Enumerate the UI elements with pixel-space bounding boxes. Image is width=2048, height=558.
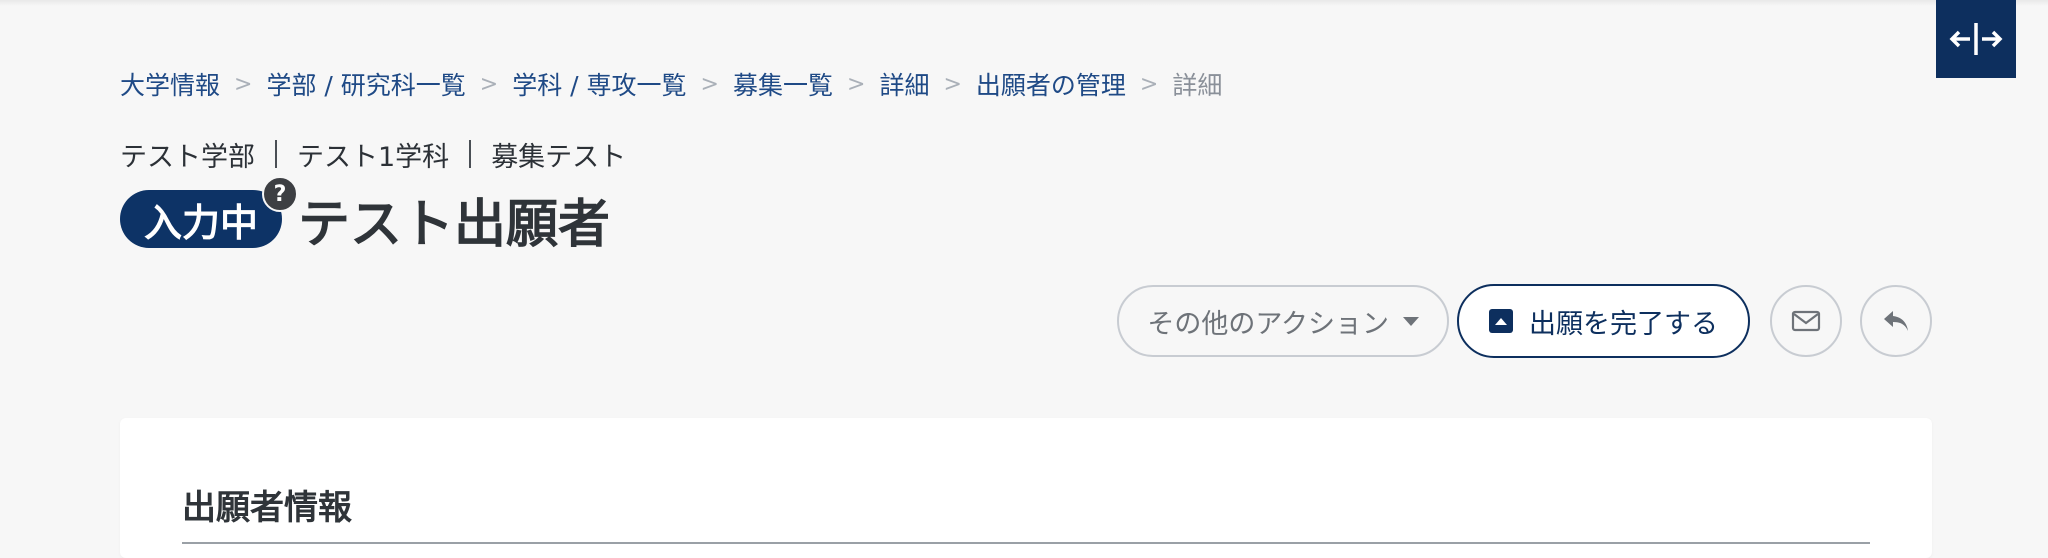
breadcrumb-recruitment-detail[interactable]: 詳細 bbox=[879, 66, 929, 102]
complete-application-button[interactable]: 出願を完了する bbox=[1457, 284, 1750, 358]
other-actions-dropdown[interactable]: その他のアクション bbox=[1117, 285, 1449, 357]
expand-horizontal-icon bbox=[1949, 23, 2003, 55]
reply-arrow-icon bbox=[1884, 311, 1908, 331]
page-title: テスト出願者 bbox=[298, 194, 611, 255]
page-header: 入力中 ? テスト出願者 bbox=[120, 176, 610, 255]
upload-box-icon bbox=[1489, 309, 1513, 333]
breadcrumb-separator: > bbox=[847, 71, 866, 97]
breadcrumb-separator: > bbox=[234, 71, 253, 97]
breadcrumb-applicant-management[interactable]: 出願者の管理 bbox=[976, 66, 1126, 102]
context-department: テスト1学科 bbox=[297, 141, 450, 173]
complete-application-label: 出願を完了する bbox=[1529, 308, 1718, 339]
status-badge: 入力中 ? bbox=[120, 176, 299, 248]
breadcrumb-department-list[interactable]: 学科 / 専攻一覧 bbox=[512, 66, 686, 102]
context-recruitment: 募集テスト bbox=[491, 141, 627, 173]
breadcrumb-separator: > bbox=[700, 71, 719, 97]
breadcrumb-separator: > bbox=[1139, 71, 1159, 97]
context-faculty: テスト学部 bbox=[120, 141, 255, 173]
top-shadow bbox=[0, 0, 2048, 6]
context-divider bbox=[469, 140, 472, 168]
breadcrumb-separator: > bbox=[943, 71, 962, 97]
action-bar: その他のアクション 出願を完了する bbox=[1117, 284, 1932, 358]
breadcrumb-recruitment-list[interactable]: 募集一覧 bbox=[733, 66, 833, 102]
caret-down-icon bbox=[1403, 316, 1419, 326]
mail-button[interactable] bbox=[1770, 285, 1842, 357]
breadcrumb-university-info[interactable]: 大学情報 bbox=[120, 66, 220, 102]
context-divider bbox=[275, 140, 277, 168]
applicant-info-card: 出願者情報 bbox=[120, 418, 1932, 558]
question-mark-icon[interactable]: ? bbox=[262, 176, 299, 212]
sidebar-toggle-button[interactable] bbox=[1936, 0, 2016, 78]
section-title: 出願者情報 bbox=[182, 488, 352, 528]
breadcrumb: 大学情報 > 学部 / 研究科一覧 > 学科 / 専攻一覧 > 募集一覧 > 詳… bbox=[120, 66, 1222, 102]
back-button[interactable] bbox=[1860, 285, 1932, 357]
context-path: テスト学部 テスト1学科 募集テスト bbox=[120, 136, 627, 173]
breadcrumb-current: 詳細 bbox=[1172, 71, 1223, 100]
breadcrumb-separator: > bbox=[479, 71, 499, 97]
mail-icon bbox=[1791, 310, 1821, 332]
other-actions-label: その他のアクション bbox=[1147, 308, 1389, 339]
breadcrumb-faculty-list[interactable]: 学部 / 研究科一覧 bbox=[266, 66, 465, 102]
status-badge-label: 入力中 bbox=[144, 200, 259, 245]
